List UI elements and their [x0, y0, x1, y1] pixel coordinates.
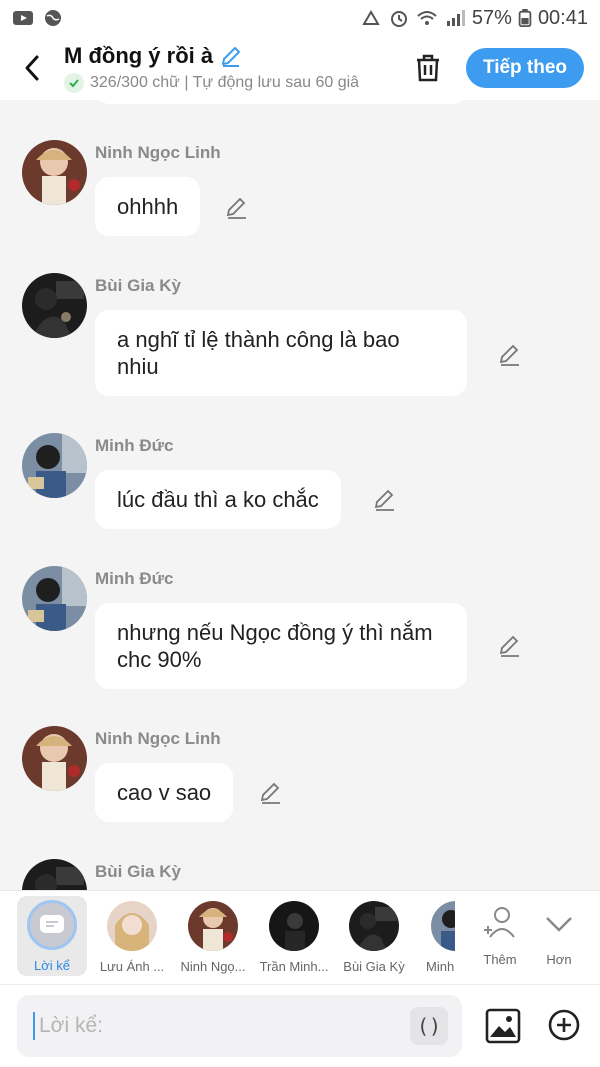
character-label: Trần Minh...: [259, 959, 329, 974]
battery-percent: 57%: [471, 6, 512, 29]
message-row: Minh Đức nhưng nếu Ngọc đồng ý thì nắm c…: [0, 564, 600, 704]
alarm-icon: [390, 11, 407, 27]
add-character-button[interactable]: Thêm: [470, 897, 530, 967]
message-bubble[interactable]: cao v sao: [95, 763, 234, 822]
character-label: Minh: [426, 959, 455, 974]
character-luu-anh[interactable]: Lưu Ánh ...: [94, 897, 170, 974]
more-label: Hơn: [546, 952, 572, 967]
header: M đồng ý rồi à 326/300 chữ | Tự động lưu…: [0, 36, 600, 100]
clock: 00:41: [537, 6, 588, 29]
back-button[interactable]: [0, 36, 64, 100]
edit-message-icon[interactable]: [224, 195, 250, 221]
avatar-ninh-ngoc-linh[interactable]: [22, 140, 87, 205]
character-ninh-ngoc[interactable]: Ninh Ngọ...: [175, 897, 251, 974]
avatar: [188, 901, 238, 951]
message-bubble[interactable]: lúc đầu thì a ko chắc: [95, 470, 341, 529]
edit-message-icon[interactable]: [497, 633, 523, 659]
avatar-minh-duc[interactable]: [22, 566, 87, 631]
avatar: [349, 901, 399, 951]
sender-name: Bùi Gia Kỳ: [95, 862, 181, 881]
avatar: [431, 901, 455, 951]
image-icon[interactable]: [484, 1007, 522, 1045]
add-icon[interactable]: [547, 1008, 581, 1042]
sender-name: Ninh Ngọc Linh: [95, 729, 221, 748]
status-bar: 57% 00:41: [0, 0, 600, 36]
edit-message-icon[interactable]: [258, 780, 284, 806]
character-minh[interactable]: Minh: [417, 897, 455, 974]
avatar-bui-gia-ky[interactable]: [22, 859, 87, 890]
message-row: Ninh Ngọc Linh ohhhh: [0, 138, 600, 258]
edit-title-icon[interactable]: [219, 44, 243, 68]
message-input[interactable]: [39, 1009, 399, 1043]
avatar: [269, 901, 319, 951]
edit-message-icon[interactable]: [372, 487, 398, 513]
character-selector: Lời kể Lưu Ánh ... Ninh Ngọ... Trần Minh…: [0, 890, 600, 984]
input-bar: (): [0, 984, 600, 1067]
chevron-left-icon: [25, 55, 39, 81]
add-label: Thêm: [483, 952, 517, 967]
page-title: M đồng ý rồi à: [64, 43, 214, 68]
previous-bubble-edge: [95, 100, 467, 104]
chevron-down-icon: [546, 917, 572, 932]
saved-check-icon: [64, 73, 84, 93]
narrator-icon: [27, 900, 77, 950]
more-button[interactable]: Hơn: [531, 897, 587, 967]
title-area: M đồng ý rồi à 326/300 chữ | Tự động lưu…: [64, 43, 394, 93]
message-row: Minh Đức lúc đầu thì a ko chắc: [0, 431, 600, 541]
message-row: Bùi Gia Kỳ a nghĩ tỉ lệ thành công là ba…: [0, 271, 600, 421]
avatar-bui-gia-ky[interactable]: [22, 273, 87, 338]
message-bubble[interactable]: ohhhh: [95, 177, 201, 236]
character-bui-gia-ky[interactable]: Bùi Gia Kỳ: [336, 897, 412, 974]
avatar-minh-duc[interactable]: [22, 433, 87, 498]
sender-name: Minh Đức: [95, 569, 174, 588]
wifi-icon: [417, 11, 437, 25]
sender-name: Bùi Gia Kỳ: [95, 276, 181, 295]
message-bubble[interactable]: a nghĩ tỉ lệ thành công là bao nhiu: [95, 310, 467, 396]
character-label: Lưu Ánh ...: [99, 959, 165, 974]
message-bubble[interactable]: nhưng nếu Ngọc đồng ý thì nắm chc 90%: [95, 603, 467, 689]
input-container[interactable]: (): [17, 995, 462, 1057]
message-row: Bùi Gia Kỳ: [0, 857, 600, 890]
avatar-ninh-ngoc-linh[interactable]: [22, 726, 87, 791]
sender-name: Minh Đức: [95, 436, 174, 455]
globe-icon: [45, 10, 61, 26]
next-button[interactable]: Tiếp theo: [466, 48, 584, 88]
character-narrator[interactable]: Lời kể: [17, 896, 87, 976]
delete-button[interactable]: [410, 50, 446, 86]
character-tran-minh[interactable]: Trần Minh...: [256, 897, 332, 974]
trash-icon: [417, 54, 439, 82]
text-cursor: [33, 1012, 35, 1040]
sender-name: Ninh Ngọc Linh: [95, 143, 221, 162]
message-row: Ninh Ngọc Linh cao v sao: [0, 724, 600, 834]
battery-icon: [518, 9, 532, 27]
avatar: [107, 901, 157, 951]
character-label: Ninh Ngọ...: [180, 959, 246, 974]
chat-area[interactable]: Ninh Ngọc Linh ohhhh Bùi Gia Kỳ a nghĩ t…: [0, 100, 600, 890]
autosave-status: 326/300 chữ | Tự động lưu sau 60 giâ: [90, 74, 360, 91]
add-person-icon: [484, 907, 515, 938]
edit-message-icon[interactable]: [497, 342, 523, 368]
parenthesis-button[interactable]: (): [410, 1007, 448, 1045]
signal-icon: [446, 10, 465, 26]
character-label: Lời kể: [34, 958, 70, 973]
character-label: Bùi Gia Kỳ: [343, 959, 405, 974]
youtube-icon: [13, 11, 33, 25]
recycle-icon: [362, 10, 380, 25]
